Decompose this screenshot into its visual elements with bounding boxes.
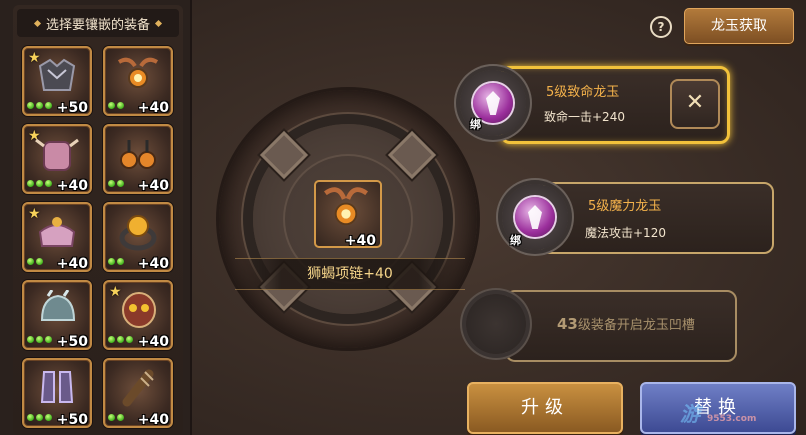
horn-necklace-icon — [117, 57, 159, 88]
empty-socket-icon — [466, 294, 526, 354]
rank-dots — [108, 414, 124, 421]
enhance-level: +40 — [137, 256, 169, 272]
dark-armor-icon — [38, 58, 76, 91]
diamond-icon — [154, 19, 163, 27]
gem-stat: 魔法攻击+120 — [585, 226, 666, 240]
site-watermark: 游 9553.com — [680, 402, 757, 426]
equipment-slot[interactable]: ★ +40 — [22, 202, 92, 272]
gem-name: 5级致命龙玉 — [546, 85, 620, 100]
enhance-level: +50 — [56, 412, 88, 428]
equipment-panel-header: 选择要镶嵌的装备 — [17, 9, 179, 37]
rank-dots — [108, 258, 124, 265]
equipment-slot[interactable]: +40 — [103, 124, 173, 194]
diamond-icon — [33, 19, 42, 27]
enhance-level: +40 — [137, 412, 169, 428]
equipment-slot[interactable]: +40 — [103, 46, 173, 116]
orb-earrings-icon — [120, 140, 156, 169]
spiked-club-icon — [122, 369, 154, 407]
enhance-level: +40 — [56, 256, 88, 272]
enhance-level: +50 — [56, 100, 88, 116]
bound-tag: 绑 — [470, 118, 481, 131]
enhance-level: +40 — [137, 178, 169, 194]
rank-dots — [27, 258, 43, 265]
enhance-level: +50 — [56, 334, 88, 350]
selected-equipment-name: 狮蝎项链+40 — [235, 258, 465, 290]
spiked-helmet-icon — [40, 290, 76, 321]
locked-slot-text: 43级装备开启龙玉凹槽 — [557, 315, 695, 333]
equipment-slot[interactable]: +50 — [22, 280, 92, 350]
demon-shield-icon — [122, 292, 156, 328]
rank-dots — [108, 102, 124, 109]
bound-tag: 绑 — [510, 234, 521, 247]
help-button[interactable]: ? — [650, 16, 672, 38]
gem-name: 5级魔力龙玉 — [588, 199, 662, 214]
fire-ring-icon — [119, 215, 157, 251]
dragon-jade-icon — [515, 197, 555, 237]
equipment-slot[interactable]: ★ +40 — [103, 280, 173, 350]
rank-dots — [108, 180, 124, 187]
enhance-level: +40 — [344, 233, 376, 249]
get-dragon-jade-button[interactable]: 龙玉获取 — [684, 8, 794, 44]
equipment-slot[interactable]: ★ +50 — [22, 46, 92, 116]
equipment-slot[interactable]: ★ +40 — [22, 124, 92, 194]
rank-dots — [27, 102, 52, 109]
rank-dots — [108, 336, 133, 343]
rank-dots — [27, 414, 52, 421]
gem-slot-2[interactable] — [540, 182, 774, 254]
rank-dots — [27, 180, 52, 187]
equipment-slot[interactable]: +40 — [103, 358, 173, 428]
remove-gem-button[interactable]: ✕ — [670, 79, 720, 129]
equipment-slot[interactable]: +50 — [22, 358, 92, 428]
pink-armor-icon — [35, 138, 79, 171]
purple-boots-icon — [40, 371, 74, 403]
enhance-level: +40 — [137, 100, 169, 116]
upgrade-button[interactable]: 升级 — [467, 382, 623, 434]
selected-equipment[interactable]: +40 — [314, 180, 382, 249]
pink-belt-icon — [38, 217, 76, 247]
enhance-level: +40 — [56, 178, 88, 194]
enhance-level: +40 — [137, 334, 169, 350]
gem-stat: 致命一击+240 — [544, 110, 625, 124]
equipment-panel-title: 选择要镶嵌的装备 — [45, 17, 150, 33]
rank-dots — [27, 336, 52, 343]
equipment-slot[interactable]: +40 — [103, 202, 173, 272]
